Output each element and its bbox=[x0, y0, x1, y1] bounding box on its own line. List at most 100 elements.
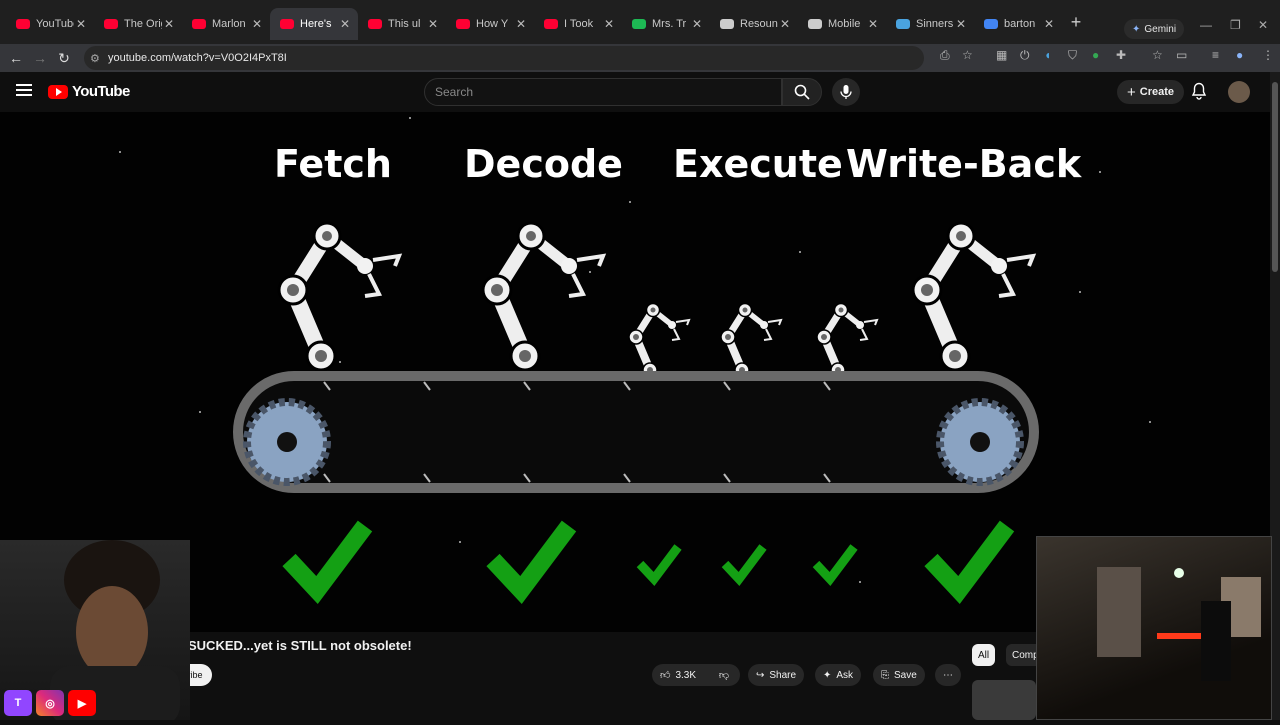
tab-close-icon[interactable]: ✕ bbox=[338, 17, 352, 31]
close-window-button[interactable]: ✕ bbox=[1258, 18, 1268, 32]
shield-icon[interactable]: ⛉ bbox=[1068, 48, 1077, 63]
browser-tab[interactable]: YouTube✕ bbox=[6, 8, 94, 40]
instagram-icon: ◎ bbox=[36, 690, 64, 716]
tab-favicon-icon bbox=[368, 19, 382, 29]
tab-favicon-icon bbox=[456, 19, 470, 29]
mic-icon bbox=[840, 85, 852, 99]
address-bar[interactable]: ⚙ youtube.com/watch?v=V0O2I4PxT8I bbox=[84, 46, 924, 70]
gemini-icon: ✦ bbox=[1132, 23, 1141, 35]
browser-tab[interactable]: Here's ✕ bbox=[270, 8, 358, 40]
tab-title: Marlon bbox=[212, 18, 246, 30]
youtube-play-icon bbox=[48, 84, 68, 99]
browser-tab[interactable]: This ul ✕ bbox=[358, 8, 446, 40]
minimize-button[interactable]: — bbox=[1200, 18, 1212, 32]
grammar-extension-icon[interactable]: ● bbox=[1092, 48, 1099, 62]
tab-close-icon[interactable]: ✕ bbox=[426, 17, 440, 31]
reload-button[interactable]: ↻ bbox=[52, 50, 76, 67]
maximize-button[interactable]: ❐ bbox=[1230, 18, 1241, 32]
gemini-label: Gemini bbox=[1144, 23, 1177, 35]
chip-all[interactable]: All bbox=[972, 644, 996, 666]
more-actions-button[interactable]: ⋯ bbox=[935, 664, 961, 686]
search-icon bbox=[794, 84, 810, 100]
dislike-button[interactable]: 👎︎ bbox=[708, 664, 740, 686]
stage-label-fetch: Fetch bbox=[274, 142, 392, 186]
tab-title: Here's bbox=[300, 18, 332, 30]
tab-favicon-icon bbox=[896, 19, 910, 29]
install-icon[interactable]: ⎙ bbox=[940, 48, 950, 63]
browser-tab[interactable]: How Y ✕ bbox=[446, 8, 534, 40]
arrow-left-icon: ← bbox=[9, 50, 23, 66]
video-title: SUCKED...yet is STILL not obsolete! bbox=[188, 638, 412, 653]
notifications-button[interactable] bbox=[1191, 82, 1207, 105]
related-video-thumbnail[interactable] bbox=[972, 680, 1036, 720]
youtube-social-icon: ▶ bbox=[68, 690, 96, 716]
power-icon[interactable]: ⏻ bbox=[1020, 48, 1030, 63]
chrome-menu-icon[interactable]: ⋮ bbox=[1262, 48, 1274, 62]
tab-close-icon[interactable]: ✕ bbox=[1042, 17, 1056, 31]
voice-search-button[interactable] bbox=[832, 78, 860, 106]
stage-label-write-back: Write-Back bbox=[846, 142, 1082, 186]
gemini-button[interactable]: ✦ Gemini bbox=[1124, 19, 1185, 39]
arrow-right-icon: → bbox=[33, 50, 47, 66]
browser-toolbar: ← → ↻ ⚙ youtube.com/watch?v=V0O2I4PxT8I bbox=[0, 44, 1280, 72]
left-gear bbox=[243, 398, 331, 486]
tab-close-icon[interactable]: ✕ bbox=[74, 17, 88, 31]
search-button[interactable] bbox=[782, 78, 822, 106]
browser-tab[interactable]: barton ✕ bbox=[974, 8, 1062, 40]
extension-icon[interactable]: ▦ bbox=[996, 48, 1007, 62]
audio-icon[interactable]: ◖ bbox=[1044, 48, 1051, 62]
site-info-icon[interactable]: ⚙ bbox=[90, 52, 108, 65]
tab-favicon-icon bbox=[632, 19, 646, 29]
tab-close-icon[interactable]: ✕ bbox=[602, 17, 616, 31]
browser-tab[interactable]: Sinners ✕ bbox=[886, 8, 974, 40]
social-links: T ◎ ▶ bbox=[4, 690, 96, 716]
tab-favicon-icon bbox=[808, 19, 822, 29]
twitch-icon: T bbox=[4, 690, 32, 716]
browser-tab[interactable]: Mrs. Tr ✕ bbox=[622, 8, 710, 40]
browser-tab[interactable]: Marlon ✕ bbox=[182, 8, 270, 40]
tab-title: This ul bbox=[388, 18, 421, 30]
conveyor-belt bbox=[233, 371, 1039, 493]
tab-favicon-icon bbox=[280, 19, 294, 29]
share-button[interactable]: ↪ Share bbox=[748, 664, 805, 686]
back-button[interactable]: ← bbox=[4, 50, 28, 66]
tab-title: The Original bbox=[124, 18, 162, 30]
create-button[interactable]: + Create bbox=[1117, 80, 1185, 104]
tab-favicon-icon bbox=[720, 19, 734, 29]
tab-close-icon[interactable]: ✕ bbox=[514, 17, 528, 31]
tab-favicon-icon bbox=[192, 19, 206, 29]
save-label: Save bbox=[894, 669, 917, 681]
bookmarks-icon[interactable]: ☆ bbox=[1152, 48, 1163, 62]
share-icon: ↪ bbox=[756, 669, 765, 681]
new-tab-button[interactable]: + bbox=[1062, 12, 1090, 33]
tab-favicon-icon bbox=[984, 19, 998, 29]
browser-tab[interactable]: I Took ✕ bbox=[534, 8, 622, 40]
side-panel-icon[interactable]: ▭ bbox=[1176, 48, 1187, 62]
tab-close-icon[interactable]: ✕ bbox=[866, 17, 880, 31]
youtube-logo[interactable]: YouTube bbox=[48, 83, 130, 100]
search-input[interactable]: Search bbox=[424, 78, 782, 106]
puzzle-icon[interactable]: ✚ bbox=[1116, 48, 1126, 62]
ask-button[interactable]: ✦ Ask bbox=[815, 664, 862, 686]
tab-favicon-icon bbox=[544, 19, 558, 29]
tab-close-icon[interactable]: ✕ bbox=[250, 17, 264, 31]
tab-title: Mobile bbox=[828, 18, 861, 30]
profile-icon[interactable]: ● bbox=[1236, 48, 1243, 62]
account-avatar[interactable] bbox=[1228, 81, 1250, 103]
bookmark-star-icon[interactable]: ☆ bbox=[962, 48, 973, 62]
tab-close-icon[interactable]: ✕ bbox=[162, 17, 176, 31]
right-gear bbox=[936, 398, 1024, 486]
browser-tab[interactable]: Mobile ✕ bbox=[798, 8, 886, 40]
tab-favicon-icon bbox=[16, 19, 30, 29]
reload-icon: ↻ bbox=[58, 49, 70, 66]
tab-close-icon[interactable]: ✕ bbox=[690, 17, 704, 31]
downloads-icon[interactable]: ≡ bbox=[1212, 48, 1219, 62]
tab-close-icon[interactable]: ✕ bbox=[778, 17, 792, 31]
browser-tab[interactable]: The Original✕ bbox=[94, 8, 182, 40]
guide-menu-icon[interactable] bbox=[16, 84, 32, 96]
browser-tab[interactable]: Resoun ✕ bbox=[710, 8, 798, 40]
forward-button[interactable]: → bbox=[28, 50, 52, 66]
tab-close-icon[interactable]: ✕ bbox=[954, 17, 968, 31]
scrollbar-thumb[interactable] bbox=[1272, 82, 1278, 272]
save-button[interactable]: ⎘ Save bbox=[873, 664, 925, 686]
